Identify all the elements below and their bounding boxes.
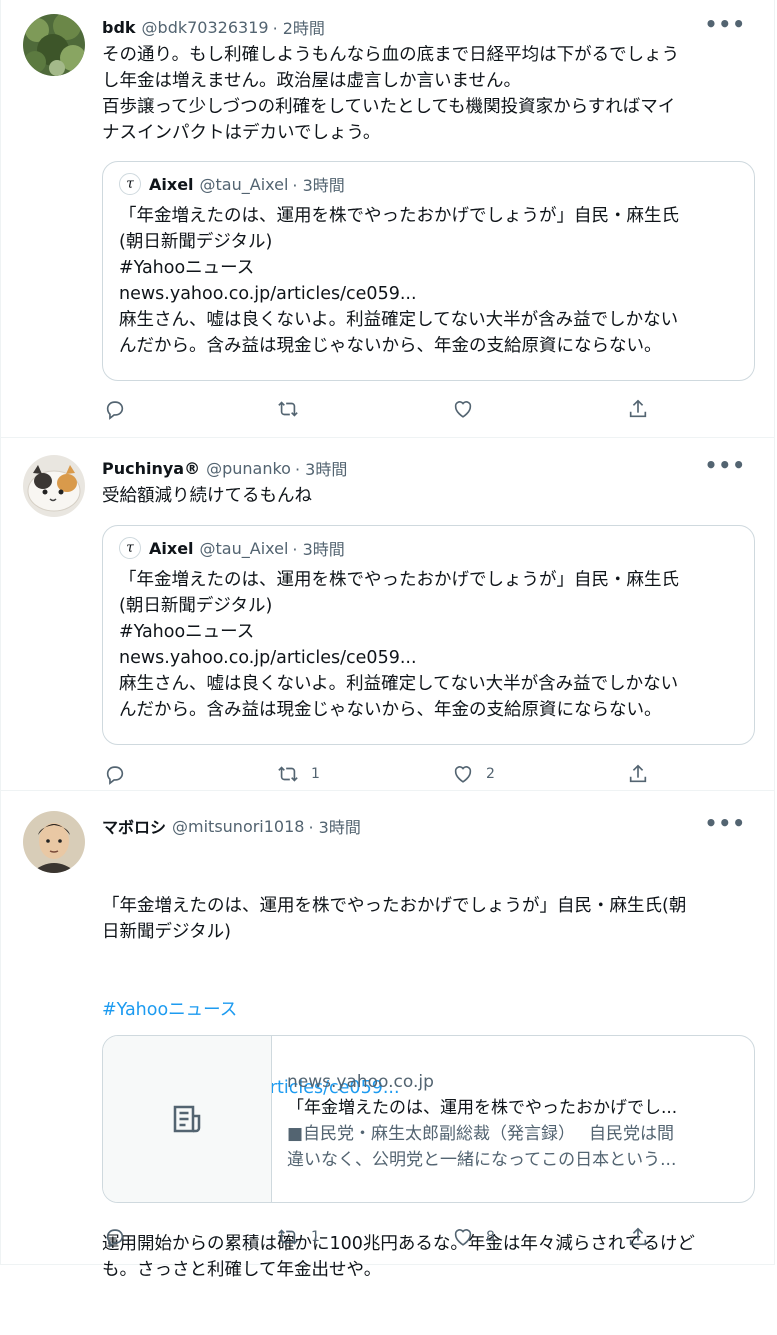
tweet-header: マボロシ @mitsunori1018 · 3時間 ••• bbox=[102, 811, 754, 839]
avatar[interactable] bbox=[23, 811, 85, 873]
like-button[interactable] bbox=[452, 396, 486, 422]
reply-icon bbox=[106, 766, 124, 785]
quoted-tweet[interactable]: τ Aixel @tau_Aixel · 3時間 「年金増えたのは、運用を株でや… bbox=[102, 161, 755, 381]
retweet-button[interactable]: 1 bbox=[277, 1224, 320, 1250]
link-card[interactable]: news.yahoo.co.jp 「年金増えたのは、運用を株でやったおかげでし.… bbox=[102, 1035, 755, 1203]
card-description: ■自民党・麻生太郎副総裁（発言録） 自民党は間 bbox=[287, 1124, 674, 1144]
tweet[interactable]: マボロシ @mitsunori1018 · 3時間 ••• 「年金増えたのは、運… bbox=[0, 791, 775, 1280]
quoted-avatar: τ bbox=[119, 173, 141, 195]
reply-button[interactable] bbox=[104, 761, 126, 787]
like-count: 2 bbox=[486, 766, 495, 782]
card-description: 違いなく、公明党と一緒になってこの日本という... bbox=[287, 1150, 677, 1170]
action-bar: 1 8 bbox=[102, 1224, 662, 1250]
card-thumbnail bbox=[103, 1036, 272, 1202]
author-handle[interactable]: @punanko bbox=[206, 459, 291, 478]
quoted-author-name: Aixel bbox=[149, 174, 194, 194]
more-icon[interactable]: ••• bbox=[705, 811, 746, 835]
like-icon bbox=[454, 401, 472, 418]
retweet-icon bbox=[278, 1229, 298, 1245]
retweet-icon bbox=[278, 766, 298, 782]
timeline-feed: bdk @bdk70326319 · 2時間 ••• その通り。もし利確しようも… bbox=[0, 0, 777, 1280]
quoted-author-handle: @tau_Aixel bbox=[199, 174, 289, 194]
timestamp[interactable]: · 2時間 bbox=[273, 15, 325, 39]
timestamp[interactable]: · 3時間 bbox=[308, 814, 360, 838]
like-icon bbox=[454, 766, 472, 783]
tweet-text: 受給額減り続けてるもんね bbox=[102, 486, 312, 506]
quoted-author-handle: @tau_Aixel bbox=[199, 538, 289, 558]
action-bar bbox=[102, 396, 662, 422]
more-icon[interactable]: ••• bbox=[705, 12, 746, 36]
tweet[interactable]: Puchinya® @punanko · 3時間 ••• 受給額減り続けてるもん… bbox=[0, 438, 775, 791]
card-title: 「年金増えたのは、運用を株でやったおかげでし... bbox=[287, 1098, 678, 1118]
hashtag-link[interactable]: #Yahooニュース bbox=[102, 997, 752, 1023]
author-handle[interactable]: @mitsunori1018 bbox=[172, 817, 304, 836]
tweet[interactable]: bdk @bdk70326319 · 2時間 ••• その通り。もし利確しようも… bbox=[0, 0, 775, 438]
quoted-timestamp: · 3時間 bbox=[292, 176, 345, 195]
article-icon bbox=[173, 1105, 201, 1133]
share-button[interactable] bbox=[627, 761, 649, 787]
tweet-header: bdk @bdk70326319 · 2時間 ••• bbox=[102, 12, 754, 40]
like-button[interactable]: 2 bbox=[452, 761, 495, 787]
card-text: news.yahoo.co.jp 「年金増えたのは、運用を株でやったおかげでし.… bbox=[287, 1069, 740, 1173]
card-domain: news.yahoo.co.jp bbox=[287, 1072, 434, 1092]
retweet-button[interactable] bbox=[277, 396, 311, 422]
quoted-text: 「年金増えたのは、運用を株でやったおかげでしょうが」自民・麻生氏 (朝日新聞デジ… bbox=[119, 570, 679, 720]
like-count: 8 bbox=[486, 1229, 495, 1245]
share-button[interactable] bbox=[627, 1224, 649, 1250]
share-icon bbox=[629, 1227, 647, 1246]
quoted-header: τ Aixel @tau_Aixel · 3時間 bbox=[119, 536, 345, 560]
share-icon bbox=[629, 399, 647, 418]
timestamp[interactable]: · 3時間 bbox=[295, 456, 347, 480]
retweet-count: 1 bbox=[311, 766, 320, 782]
avatar[interactable] bbox=[23, 14, 85, 76]
like-icon bbox=[454, 1229, 472, 1246]
reply-button[interactable] bbox=[104, 396, 138, 422]
author-name[interactable]: bdk bbox=[102, 18, 136, 37]
tweet-text-part: 「年金増えたのは、運用を株でやったおかげでしょうが」自民・麻生氏(朝 日新聞デジ… bbox=[102, 896, 687, 942]
reply-icon bbox=[106, 1229, 124, 1248]
author-handle[interactable]: @bdk70326319 bbox=[142, 18, 269, 37]
tweet-header: Puchinya® @punanko · 3時間 ••• bbox=[102, 453, 754, 481]
like-button[interactable]: 8 bbox=[452, 1224, 495, 1250]
action-bar: 1 2 bbox=[102, 761, 662, 787]
more-icon[interactable]: ••• bbox=[705, 453, 746, 477]
retweet-icon bbox=[278, 401, 298, 417]
share-button[interactable] bbox=[627, 396, 649, 422]
quoted-text: 「年金増えたのは、運用を株でやったおかげでしょうが」自民・麻生氏 (朝日新聞デジ… bbox=[119, 206, 679, 356]
tweet-text: その通り。もし利確しようもんなら血の底まで日経平均は下がるでしょう し年金は増え… bbox=[102, 45, 680, 143]
quoted-tweet[interactable]: τ Aixel @tau_Aixel · 3時間 「年金増えたのは、運用を株でや… bbox=[102, 525, 755, 745]
reply-icon bbox=[106, 401, 124, 420]
share-icon bbox=[629, 764, 647, 783]
author-name[interactable]: Puchinya® bbox=[102, 459, 200, 478]
retweet-button[interactable]: 1 bbox=[277, 761, 320, 787]
quoted-timestamp: · 3時間 bbox=[292, 540, 345, 559]
quoted-avatar: τ bbox=[119, 537, 141, 559]
avatar[interactable] bbox=[23, 455, 85, 517]
retweet-count: 1 bbox=[311, 1229, 320, 1245]
quoted-author-name: Aixel bbox=[149, 538, 194, 558]
quoted-header: τ Aixel @tau_Aixel · 3時間 bbox=[119, 172, 345, 196]
author-name[interactable]: マボロシ bbox=[102, 814, 166, 838]
reply-button[interactable] bbox=[104, 1224, 126, 1250]
